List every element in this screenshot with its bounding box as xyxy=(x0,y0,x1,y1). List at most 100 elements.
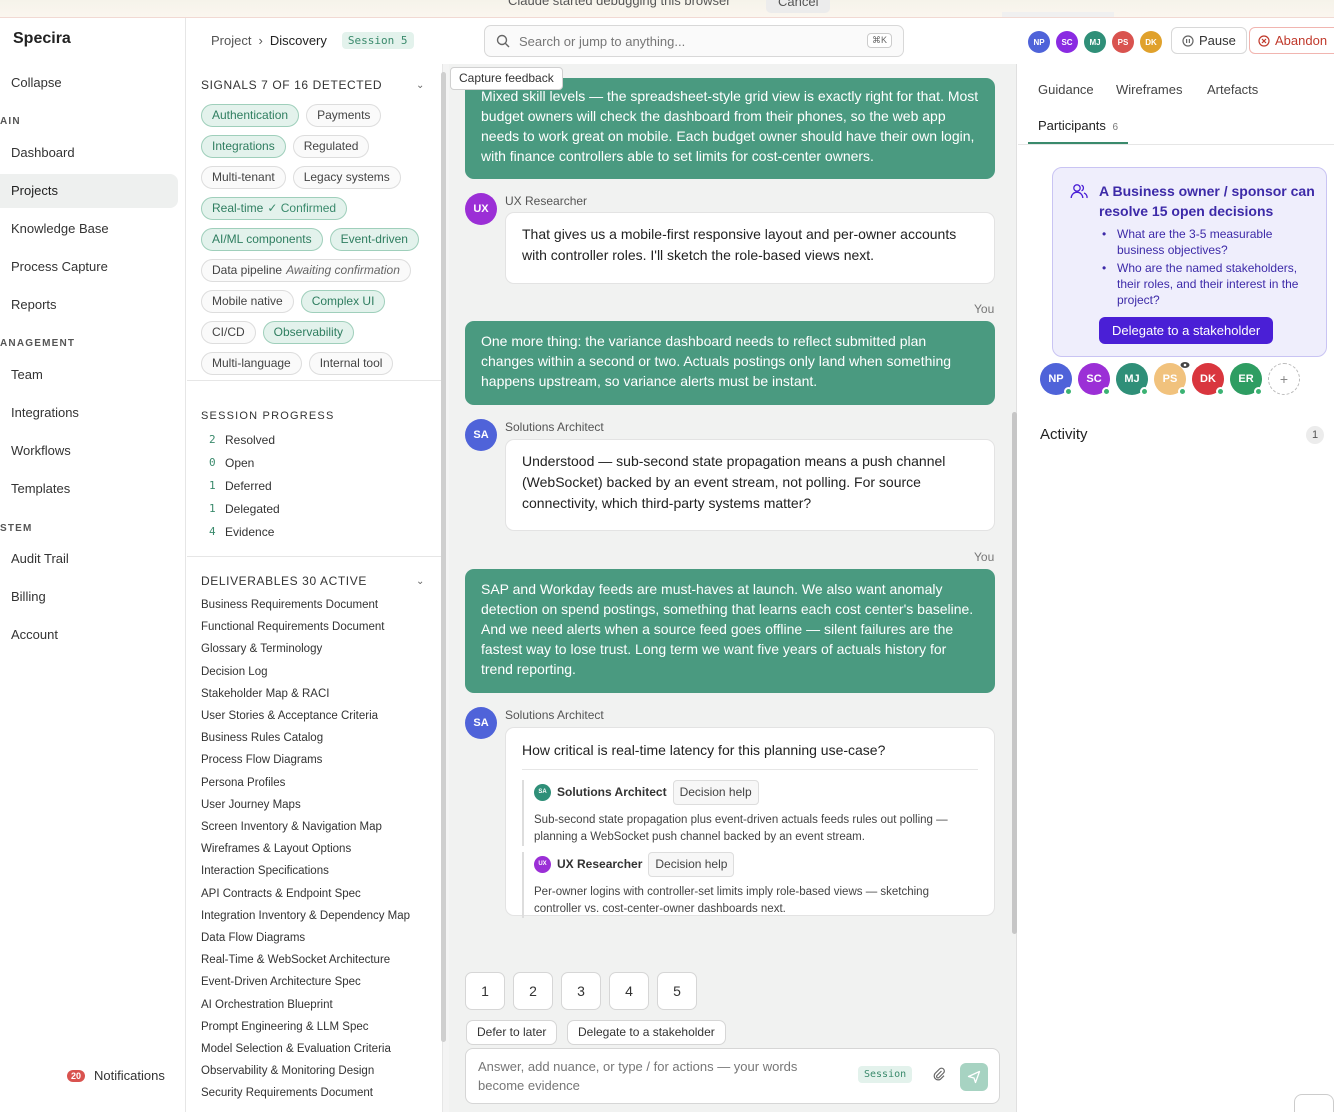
brand-logo[interactable]: Specira xyxy=(13,30,71,48)
online-status-dot xyxy=(1216,387,1225,396)
deliverable-item[interactable]: Integration Inventory & Dependency Map xyxy=(201,910,410,922)
online-status-dot xyxy=(1178,387,1187,396)
signal-chip[interactable]: Legacy systems xyxy=(292,166,401,189)
deliverable-item[interactable]: Stakeholder Map & RACI xyxy=(201,688,329,700)
online-status-dot xyxy=(1102,387,1111,396)
answer-option-button[interactable]: 1 xyxy=(465,972,505,1010)
breadcrumb-project[interactable]: Project xyxy=(211,33,251,48)
signal-chip[interactable]: Multi-tenant xyxy=(201,166,286,189)
sidebar-item-process-capture[interactable]: Process Capture xyxy=(0,250,178,284)
avatar[interactable]: SC xyxy=(1056,31,1078,53)
signal-chip[interactable]: Complex UI xyxy=(300,290,386,313)
signal-chip[interactable]: Mobile native xyxy=(201,290,294,313)
sidebar-item-projects[interactable]: Projects xyxy=(0,174,178,208)
signal-chip[interactable]: Data pipeline Awaiting confirmation xyxy=(201,259,411,282)
sidebar-item-audit-trail[interactable]: Audit Trail xyxy=(0,542,178,576)
deliverable-item[interactable]: Model Selection & Evaluation Criteria xyxy=(201,1043,391,1055)
composer-input[interactable]: Answer, add nuance, or type / for action… xyxy=(465,1048,1000,1104)
sidebar-item-templates[interactable]: Templates xyxy=(0,472,178,506)
signal-chip[interactable]: Real-time ✓ Confirmed xyxy=(201,197,348,220)
sidebar-section-main: AIN xyxy=(0,116,21,127)
signal-chip[interactable]: AI/ML components xyxy=(201,228,323,251)
abandon-button[interactable]: Abandon xyxy=(1249,27,1334,54)
tab-guidance[interactable]: Guidance xyxy=(1038,82,1094,97)
sidebar-item-workflows[interactable]: Workflows xyxy=(0,434,178,468)
chevron-down-icon[interactable]: ⌄ xyxy=(416,576,424,587)
deliverable-item[interactable]: Process Flow Diagrams xyxy=(201,754,322,766)
deliverable-item[interactable]: Data Flow Diagrams xyxy=(201,932,305,944)
answer-option-button[interactable]: 5 xyxy=(657,972,697,1010)
send-button[interactable] xyxy=(960,1063,988,1091)
defer-button[interactable]: Defer to later xyxy=(466,1020,558,1045)
avatar[interactable]: MJ xyxy=(1084,31,1106,53)
deliverable-item[interactable]: Prompt Engineering & LLM Spec xyxy=(201,1021,368,1033)
signal-chip[interactable]: Event-driven xyxy=(329,228,419,251)
deliverable-item[interactable]: Screen Inventory & Navigation Map xyxy=(201,821,382,833)
participant-avatar[interactable]: NP xyxy=(1040,363,1073,396)
panel-scrollbar[interactable] xyxy=(441,72,446,1042)
deliverable-item[interactable]: Security Requirements Document xyxy=(201,1087,373,1099)
delegate-to-stakeholder-button[interactable]: Delegate to a stakeholder xyxy=(1099,317,1274,344)
signal-chip[interactable]: Integrations xyxy=(201,135,286,158)
deliverable-item[interactable]: Decision Log xyxy=(201,666,267,678)
sidebar-item-integrations[interactable]: Integrations xyxy=(0,396,178,430)
answer-option-button[interactable]: 4 xyxy=(609,972,649,1010)
deliverable-item[interactable]: Functional Requirements Document xyxy=(201,621,384,633)
deliverable-item[interactable]: Real-Time & WebSocket Architecture xyxy=(201,954,390,966)
avatar[interactable]: PS xyxy=(1112,31,1134,53)
deliverable-item[interactable]: API Contracts & Endpoint Spec xyxy=(201,888,361,900)
corner-add-button[interactable] xyxy=(1294,1094,1334,1112)
deliverable-item[interactable]: Glossary & Terminology xyxy=(201,643,322,655)
capture-feedback-button[interactable]: Capture feedback xyxy=(450,67,563,90)
participant-avatar[interactable]: SC xyxy=(1078,363,1111,396)
chat-scrollbar[interactable] xyxy=(1012,412,1017,934)
deliverable-item[interactable]: Event-Driven Architecture Spec xyxy=(201,976,361,988)
participant-avatar[interactable]: MJ xyxy=(1116,363,1149,396)
deliverable-item[interactable]: User Journey Maps xyxy=(201,799,301,811)
tab-wireframes[interactable]: Wireframes xyxy=(1116,82,1182,97)
tab-participants[interactable]: Participants 6 xyxy=(1038,118,1118,133)
tab-artefacts[interactable]: Artefacts xyxy=(1207,82,1258,97)
search-icon xyxy=(496,34,510,48)
debug-cancel-button[interactable]: Cancel xyxy=(766,0,831,13)
signal-chip[interactable]: Regulated xyxy=(292,135,370,158)
deliverable-item[interactable]: Interaction Specifications xyxy=(201,865,329,877)
avatar[interactable]: DK xyxy=(1140,31,1162,53)
paperclip-icon[interactable] xyxy=(932,1067,946,1085)
deliverable-item[interactable]: Persona Profiles xyxy=(201,777,285,789)
signal-chip[interactable]: Internal tool xyxy=(308,352,394,375)
sidebar-collapse[interactable]: Collapse xyxy=(0,66,178,100)
avatar[interactable]: NP xyxy=(1028,31,1050,53)
deliverable-item[interactable]: AI Orchestration Blueprint xyxy=(201,999,333,1011)
answer-option-button[interactable]: 3 xyxy=(561,972,601,1010)
add-participant-button[interactable]: + xyxy=(1268,363,1300,395)
signal-chip[interactable]: Authentication xyxy=(201,104,300,127)
online-status-dot xyxy=(1140,387,1149,396)
deliverable-item[interactable]: Observability & Monitoring Design xyxy=(201,1065,374,1077)
signal-chip[interactable]: Observability xyxy=(262,321,355,344)
notifications-button[interactable]: 20 Notifications xyxy=(67,1068,165,1083)
signal-chip-label: Authentication xyxy=(212,108,289,122)
deliverable-item[interactable]: User Stories & Acceptance Criteria xyxy=(201,710,378,722)
pause-button[interactable]: Pause xyxy=(1171,27,1247,54)
signal-chip[interactable]: Payments xyxy=(306,104,382,127)
search-input[interactable]: Search or jump to anything... ⌘K xyxy=(484,25,904,57)
signal-chip[interactable]: CI/CD xyxy=(201,321,256,344)
participant-avatar[interactable]: DK xyxy=(1192,363,1225,396)
answer-option-button[interactable]: 2 xyxy=(513,972,553,1010)
progress-label: Evidence xyxy=(225,525,275,539)
chevron-down-icon[interactable]: ⌄ xyxy=(416,80,424,91)
sidebar-item-billing[interactable]: Billing xyxy=(0,580,178,614)
sidebar-item-reports[interactable]: Reports xyxy=(0,288,178,322)
delegate-button[interactable]: Delegate to a stakeholder xyxy=(567,1020,726,1045)
users-icon xyxy=(1070,184,1088,199)
deliverable-item[interactable]: Business Rules Catalog xyxy=(201,732,323,744)
deliverable-item[interactable]: Wireframes & Layout Options xyxy=(201,843,351,855)
signal-chip[interactable]: Multi-language xyxy=(201,352,302,375)
sidebar-item-knowledge-base[interactable]: Knowledge Base xyxy=(0,212,178,246)
sidebar-item-team[interactable]: Team xyxy=(0,358,178,392)
deliverable-item[interactable]: Business Requirements Document xyxy=(201,599,378,611)
participant-avatar[interactable]: ER xyxy=(1230,363,1263,396)
sidebar-item-dashboard[interactable]: Dashboard xyxy=(0,136,178,170)
sidebar-item-account[interactable]: Account xyxy=(0,618,178,652)
